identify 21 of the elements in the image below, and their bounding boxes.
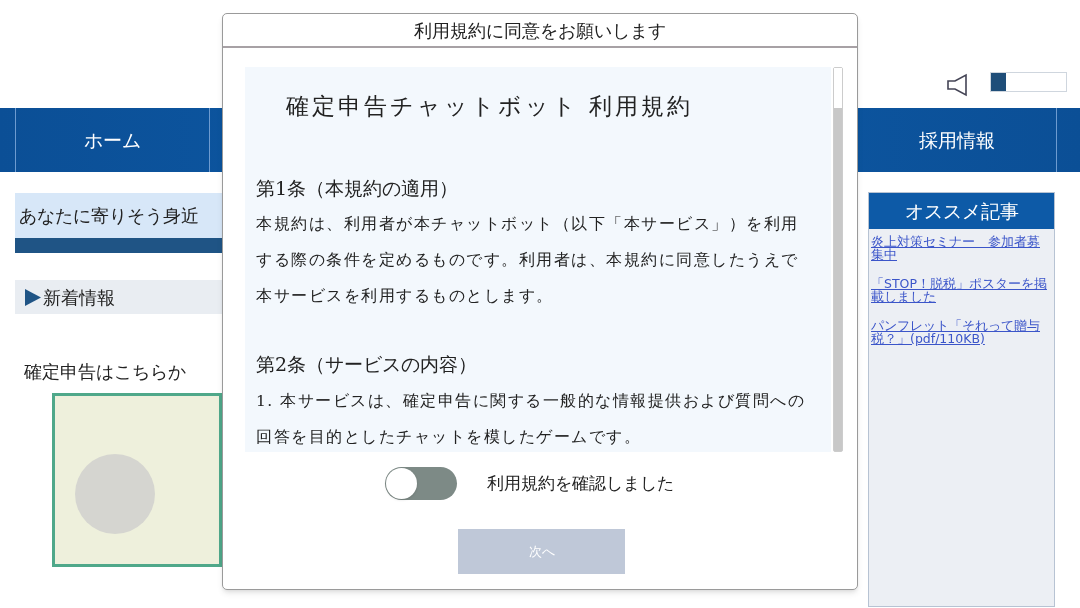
article-paragraph: 1. 本サービスは、確定申告に関する一般的な情報提供および質問への回答を目的としたチャットを模したゲームです。 [256,390,807,448]
triangle-icon [25,288,41,306]
section-heading: 新着情報 [43,285,115,310]
article-link[interactable]: 炎上対策セミナー 参加者募集中 [871,235,1052,261]
volume-slider[interactable] [990,72,1067,92]
dialog-title: 利用規約に同意をお願いします [223,14,857,48]
article-link[interactable]: 「STOP！脱税」ポスターを掲載しました [871,277,1052,303]
toggle-switch[interactable] [385,467,457,500]
speaker-icon[interactable] [946,73,970,97]
document-title: 確定申告チャットボット 利用規約 [286,92,695,121]
scrollbar[interactable] [833,67,843,452]
banner-text: あなたに寄りそう身近 [18,204,199,228]
sidebar-title: オススメ記事 [869,193,1054,229]
article-link[interactable]: パンフレット「それって贈与税？」(pdf/110KB) [871,319,1052,345]
toggle-label: 利用規約を確認しました [487,471,674,495]
cta-text: 確定申告はこちらか [24,360,186,384]
nav-link[interactable]: ホーム [15,108,210,172]
banner-illustration[interactable] [52,393,222,567]
article-heading: 第1条（本規約の適用） [256,175,460,201]
article-heading: 第2条（サービスの内容） [256,352,479,377]
article-paragraph: 本規約は、利用者が本チャットボット（以下「本サービス」）を利用する際の条件を定めるものです。利用者は、本規約に同意したうえで本サービスを利用するものとします。 [256,214,800,307]
